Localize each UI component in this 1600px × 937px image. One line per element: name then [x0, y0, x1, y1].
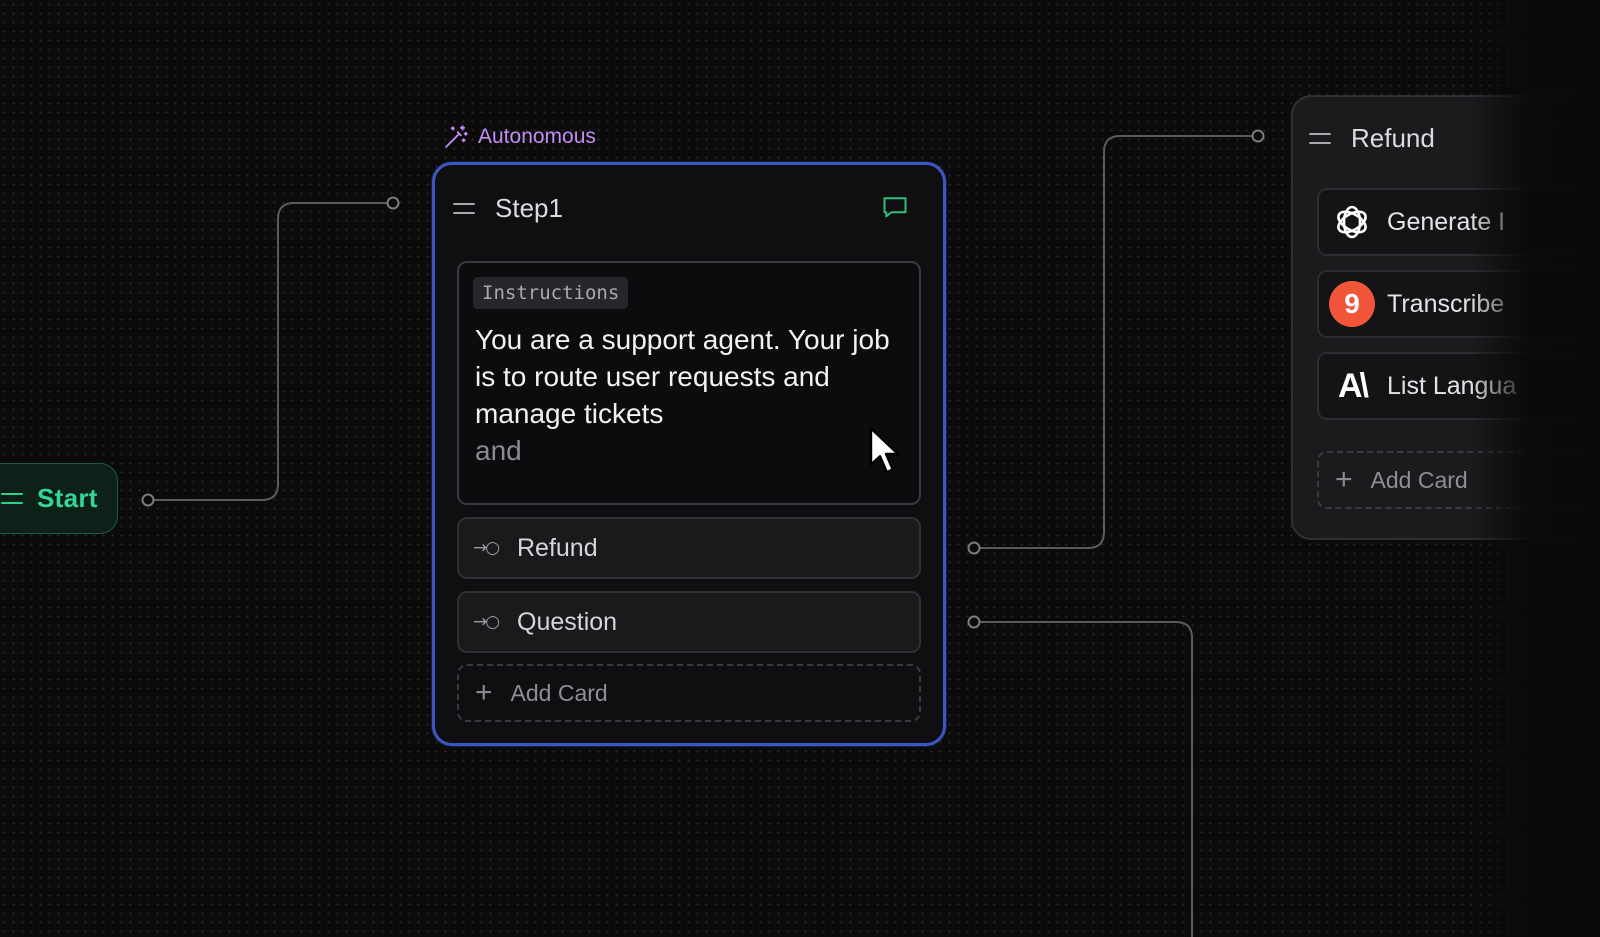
openai-icon: [1329, 199, 1375, 245]
add-card-button[interactable]: + Add Card: [1317, 451, 1600, 509]
add-card-label: Add Card: [510, 679, 608, 706]
drag-handle-icon[interactable]: [1309, 132, 1331, 144]
tool-card-generate[interactable]: Generate I: [1317, 188, 1600, 256]
tool-label: List Langua: [1387, 371, 1517, 400]
add-card-label: Add Card: [1370, 466, 1468, 493]
port-step1-in: [386, 196, 400, 210]
autonomous-text: Autonomous: [478, 125, 596, 148]
connector-refund-to-refund-node: [974, 135, 1258, 549]
drag-handle-icon[interactable]: [1, 493, 23, 504]
port-question-out: [967, 615, 981, 629]
port-refund-node-in: [1251, 129, 1265, 143]
step1-header: Step1: [453, 191, 923, 225]
anthropic-icon: A\: [1338, 366, 1369, 405]
gladia-icon: 9: [1329, 281, 1375, 327]
tool-card-transcribe[interactable]: 9 Transcribe: [1317, 270, 1600, 338]
workflow-canvas[interactable]: Start Autonomous Step1 Instructions You …: [0, 0, 1600, 937]
route-label: Refund: [517, 533, 598, 562]
plus-icon: +: [1335, 463, 1353, 496]
refund-node[interactable]: Refund Generate I 9 Transcribe A\ List L…: [1291, 95, 1600, 540]
route-label: Question: [517, 607, 618, 636]
step1-title[interactable]: Step1: [495, 193, 563, 224]
instructions-body: You are a support agent. Your job is to …: [475, 324, 890, 429]
tool-label: Transcribe: [1387, 289, 1505, 318]
chat-button[interactable]: [879, 191, 911, 223]
autonomous-mode-label: Autonomous: [443, 124, 596, 150]
route-arrow-icon: →○: [473, 612, 500, 632]
instructions-text[interactable]: You are a support agent. Your job is to …: [475, 321, 905, 469]
instructions-tag: Instructions: [473, 277, 629, 309]
plus-icon: +: [475, 676, 493, 709]
drag-handle-icon[interactable]: [453, 202, 475, 214]
route-card-question[interactable]: →○ Question: [457, 591, 921, 653]
chat-icon: [883, 197, 907, 218]
route-card-refund[interactable]: →○ Refund: [457, 517, 921, 579]
route-arrow-icon: →○: [473, 538, 500, 558]
tool-card-list-languages[interactable]: A\ List Langua: [1317, 352, 1600, 420]
magic-wand-icon: [445, 125, 468, 148]
add-card-button[interactable]: + Add Card: [457, 664, 921, 722]
start-node-label: Start: [37, 483, 98, 513]
port-start-out: [141, 493, 155, 507]
connector-question-out: [974, 621, 1193, 937]
instructions-editor[interactable]: Instructions You are a support agent. Yo…: [457, 261, 921, 505]
instructions-continuation: and: [475, 435, 522, 466]
port-refund-out: [967, 541, 981, 555]
tool-label: Generate I: [1387, 207, 1506, 236]
start-node[interactable]: Start: [0, 463, 118, 534]
refund-header: Refund: [1309, 121, 1589, 155]
connector-start-to-step1: [148, 202, 393, 501]
refund-node-title[interactable]: Refund: [1351, 123, 1435, 154]
mouse-cursor-icon: [869, 427, 900, 474]
